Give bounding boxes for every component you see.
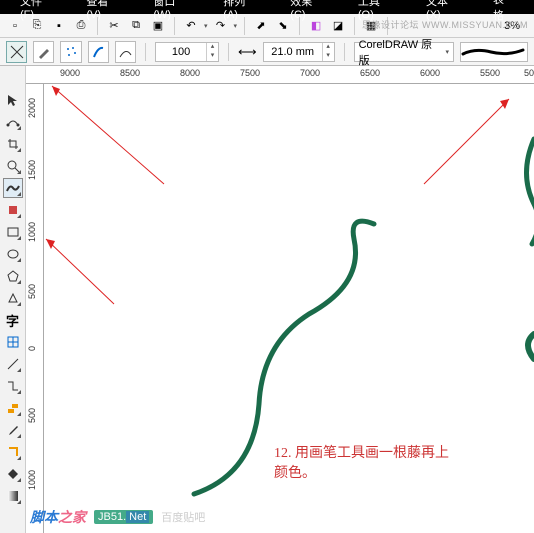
welcome-icon[interactable]: ◪ xyxy=(329,17,347,35)
stroke-width-input[interactable] xyxy=(264,46,322,58)
smoothing-input[interactable] xyxy=(156,46,206,58)
table-tool[interactable] xyxy=(3,332,23,352)
toolbox: 字 xyxy=(0,66,26,533)
interactive-tool[interactable] xyxy=(3,398,23,418)
spin-down-icon[interactable]: ▾ xyxy=(206,52,218,61)
shape-tool[interactable] xyxy=(3,112,23,132)
logo-jb51: JB51.Net xyxy=(94,510,153,524)
freehand-smoothing[interactable]: ▴▾ xyxy=(155,42,219,62)
stroke-preview-icon xyxy=(461,45,527,59)
pick-tool[interactable] xyxy=(3,90,23,110)
interactive-fill-tool[interactable] xyxy=(3,486,23,506)
text-tool[interactable]: 字 xyxy=(3,310,23,330)
property-bar: ▴▾ ⟷ ▴▾ CorelDRAW 原版 ▾ xyxy=(0,38,534,66)
spin-up-icon[interactable]: ▴ xyxy=(206,43,218,52)
main-area: 字 9000 8500 8000 7500 7000 6500 6000 550… xyxy=(0,66,534,533)
connector-tool[interactable] xyxy=(3,376,23,396)
horizontal-ruler[interactable]: 9000 8500 8000 7500 7000 6500 6000 5500 … xyxy=(26,66,534,84)
export-icon[interactable]: ⬊ xyxy=(274,17,292,35)
copy-icon[interactable]: ⧉ xyxy=(127,17,145,35)
calligraphic-mode-button[interactable] xyxy=(88,41,109,63)
ruler-area: 9000 8500 8000 7500 7000 6500 6000 5500 … xyxy=(26,66,534,533)
import-icon[interactable]: ⬈ xyxy=(252,17,270,35)
watermark-baidu: 百度贴吧 xyxy=(161,509,205,525)
pressure-icon xyxy=(118,45,132,59)
paste-icon[interactable]: ▣ xyxy=(149,17,167,35)
eyedropper-tool[interactable] xyxy=(3,420,23,440)
preset-dropdown[interactable]: CorelDRAW 原版 ▾ xyxy=(354,42,454,62)
undo-dropdown[interactable]: ▾ xyxy=(204,22,208,30)
brush-icon xyxy=(36,44,52,60)
redo-icon[interactable]: ↷ xyxy=(212,17,230,35)
cut-icon[interactable]: ✂ xyxy=(105,17,123,35)
print-icon[interactable]: ⎙ xyxy=(72,17,90,35)
chevron-down-icon: ▾ xyxy=(445,48,449,56)
save-icon[interactable]: ▪ xyxy=(50,17,68,35)
stroke-preview[interactable] xyxy=(460,42,528,62)
fill-tool[interactable] xyxy=(3,464,23,484)
crop-tool[interactable] xyxy=(3,134,23,154)
pressure-mode-button[interactable] xyxy=(115,41,136,63)
ellipse-tool[interactable] xyxy=(3,244,23,264)
preset-label: CorelDRAW 原版 xyxy=(359,36,440,68)
undo-icon[interactable]: ↶ xyxy=(182,17,200,35)
calligraphic-icon xyxy=(91,45,105,59)
canvas[interactable]: 12. 用画笔工具画一根藤再上 颜色。 xyxy=(44,84,534,533)
new-icon[interactable]: ▫ xyxy=(6,17,24,35)
basic-shapes-tool[interactable] xyxy=(3,288,23,308)
spin-up-icon[interactable]: ▴ xyxy=(322,43,334,52)
sprayer-icon xyxy=(64,45,78,59)
footer-watermarks: 脚本之家 JB51.Net 百度贴吧 xyxy=(30,507,205,527)
artistic-media-tool[interactable] xyxy=(3,178,23,198)
zoom-tool[interactable] xyxy=(3,156,23,176)
polygon-tool[interactable] xyxy=(3,266,23,286)
outline-tool[interactable] xyxy=(3,442,23,462)
open-icon[interactable]: ⎘ xyxy=(28,17,46,35)
preset-mode-button[interactable] xyxy=(6,41,27,63)
bowtie-icon xyxy=(9,44,25,60)
logo-jiaoben: 脚本之家 xyxy=(30,507,86,527)
app-launcher-icon[interactable]: ◧ xyxy=(307,17,325,35)
rectangle-tool[interactable] xyxy=(3,222,23,242)
instruction-text: 12. 用画笔工具画一根藤再上 颜色。 xyxy=(274,444,449,484)
sprayer-mode-button[interactable] xyxy=(60,41,81,63)
vertical-ruler[interactable]: 2000 1500 1000 500 0 500 1000 xyxy=(26,84,44,533)
menu-bar: 文件(F) 查看(V) 窗口(W) 排列(A) 效果(C) 工具(O) 文本(X… xyxy=(0,0,534,14)
smart-fill-tool[interactable] xyxy=(3,200,23,220)
width-icon: ⟷ xyxy=(238,44,257,60)
brush-mode-button[interactable] xyxy=(33,41,54,63)
watermark-url: 思缘设计论坛 WWW.MISSYUAN.COM xyxy=(362,18,528,31)
spin-down-icon[interactable]: ▾ xyxy=(322,52,334,61)
dimension-tool[interactable] xyxy=(3,354,23,374)
redo-dropdown[interactable]: ▾ xyxy=(234,22,238,30)
stroke-width[interactable]: ▴▾ xyxy=(263,42,335,62)
